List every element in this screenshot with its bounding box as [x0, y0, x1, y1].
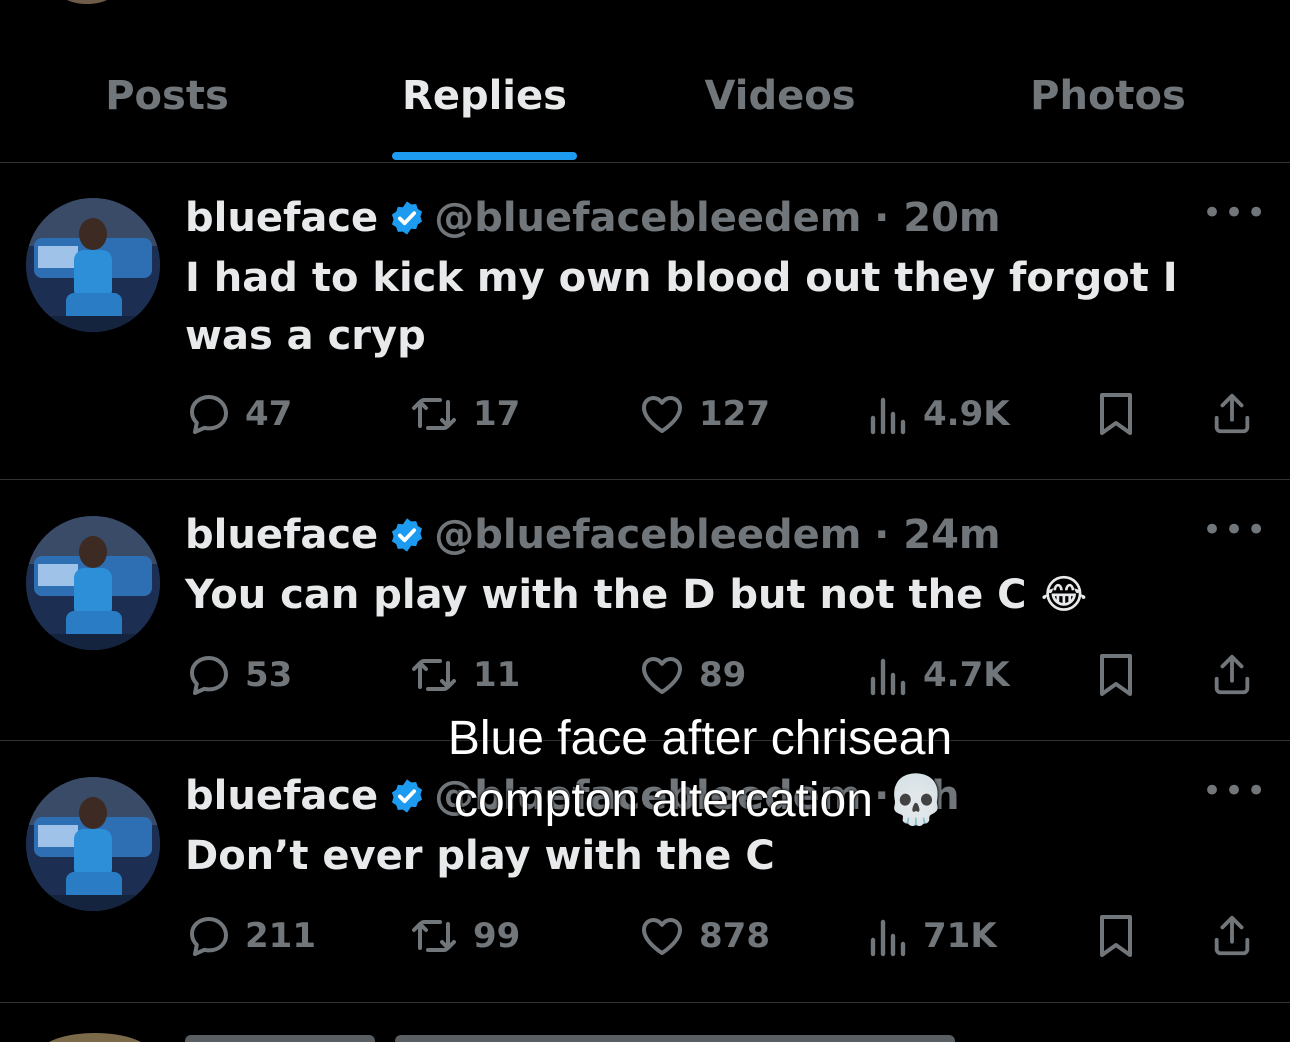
repost-count: 11 [473, 655, 521, 695]
share-icon [1214, 654, 1250, 695]
reply-count: 47 [245, 394, 293, 434]
bookmark-icon [1100, 915, 1132, 957]
overlay-caption: Blue face after chrisean compton alterca… [330, 708, 1070, 832]
reply-button[interactable]: 211 [185, 911, 316, 961]
view-count: 4.7K [923, 655, 1010, 695]
views-button[interactable]: 4.7K [867, 650, 1010, 700]
tab-replies[interactable]: Replies [392, 70, 577, 122]
repost-icon [412, 659, 456, 691]
verified-badge-icon [392, 518, 423, 552]
post-actions: 211 99 878 71K [185, 911, 1265, 961]
bookmark-button[interactable] [1095, 389, 1137, 439]
reply-count: 53 [245, 655, 293, 695]
tab-posts[interactable]: Posts [84, 70, 250, 122]
reply-icon [190, 395, 228, 434]
post-text: I had to kick my own blood out they forg… [185, 255, 1178, 359]
views-button[interactable]: 4.9K [867, 389, 1010, 439]
caption-line-2: compton altercation 💀 [454, 774, 946, 827]
screen: Posts Replies Videos Photos blueface @blu… [0, 0, 1290, 1042]
repost-button[interactable]: 17 [407, 389, 520, 439]
more-options-icon[interactable]: ••• [1202, 196, 1266, 233]
repost-count: 17 [473, 394, 521, 434]
like-count: 89 [699, 655, 747, 695]
tab-videos[interactable]: Videos [690, 70, 870, 122]
repost-icon [412, 920, 456, 952]
post-item[interactable]: blueface @bluefacebleedem · 24m ••• You c… [0, 480, 1290, 741]
repost-button[interactable]: 11 [407, 650, 520, 700]
post-actions: 53 11 89 4.7K [185, 650, 1265, 700]
views-button[interactable]: 71K [867, 911, 997, 961]
profile-tabs: Posts Replies Videos Photos [0, 0, 1290, 163]
avatar[interactable] [26, 198, 160, 332]
bookmark-icon [1100, 654, 1132, 696]
heart-icon [642, 396, 682, 433]
post-actions: 47 17 127 4.9K [185, 389, 1265, 439]
bookmark-icon [1100, 393, 1132, 435]
next-post-peek [0, 1003, 1290, 1042]
post-text: You can play with the D but not the C 😂 [185, 572, 1088, 618]
heart-icon [642, 918, 682, 955]
post-time: · 24m [874, 512, 1001, 558]
post-text: Don’t ever play with the C [185, 833, 775, 879]
like-count: 878 [699, 916, 770, 956]
share-icon [1214, 915, 1250, 956]
repost-count: 99 [473, 916, 521, 956]
reply-count: 211 [245, 916, 316, 956]
like-button[interactable]: 89 [637, 650, 746, 700]
tab-photos[interactable]: Photos [1018, 70, 1198, 122]
post-item[interactable]: blueface @bluefacebleedem · 20m ••• I had… [0, 163, 1290, 480]
more-options-icon[interactable]: ••• [1202, 513, 1266, 550]
heart-icon [642, 657, 682, 694]
bookmark-button[interactable] [1095, 650, 1137, 700]
share-icon [1214, 393, 1250, 434]
avatar[interactable] [26, 516, 160, 650]
verified-badge-icon [392, 201, 423, 235]
share-button[interactable] [1209, 389, 1255, 439]
reply-button[interactable]: 53 [185, 650, 292, 700]
views-icon [870, 658, 906, 696]
more-options-icon[interactable]: ••• [1202, 774, 1266, 811]
views-icon [870, 919, 906, 957]
like-count: 127 [699, 394, 770, 434]
repost-button[interactable]: 99 [407, 911, 520, 961]
reply-button[interactable]: 47 [185, 389, 292, 439]
reply-icon [190, 917, 228, 956]
active-tab-indicator [392, 152, 577, 160]
share-button[interactable] [1209, 650, 1255, 700]
display-name[interactable]: blueface [185, 512, 378, 558]
display-name[interactable]: blueface [185, 195, 378, 241]
like-button[interactable]: 127 [637, 389, 770, 439]
share-button[interactable] [1209, 911, 1255, 961]
user-handle[interactable]: @bluefacebleedem [434, 512, 861, 558]
reply-icon [190, 656, 228, 695]
avatar[interactable] [26, 777, 160, 911]
view-count: 4.9K [923, 394, 1010, 434]
caption-line-1: Blue face after chrisean [447, 712, 953, 765]
user-handle[interactable]: @bluefacebleedem [434, 195, 861, 241]
views-icon [870, 397, 906, 435]
repost-icon [412, 398, 456, 430]
post-time: · 20m [874, 195, 1001, 241]
post-header: blueface @bluefacebleedem · 20m [185, 193, 1001, 243]
like-button[interactable]: 878 [637, 911, 770, 961]
view-count: 71K [923, 916, 997, 956]
bookmark-button[interactable] [1095, 911, 1137, 961]
post-header: blueface @bluefacebleedem · 24m [185, 510, 1001, 560]
